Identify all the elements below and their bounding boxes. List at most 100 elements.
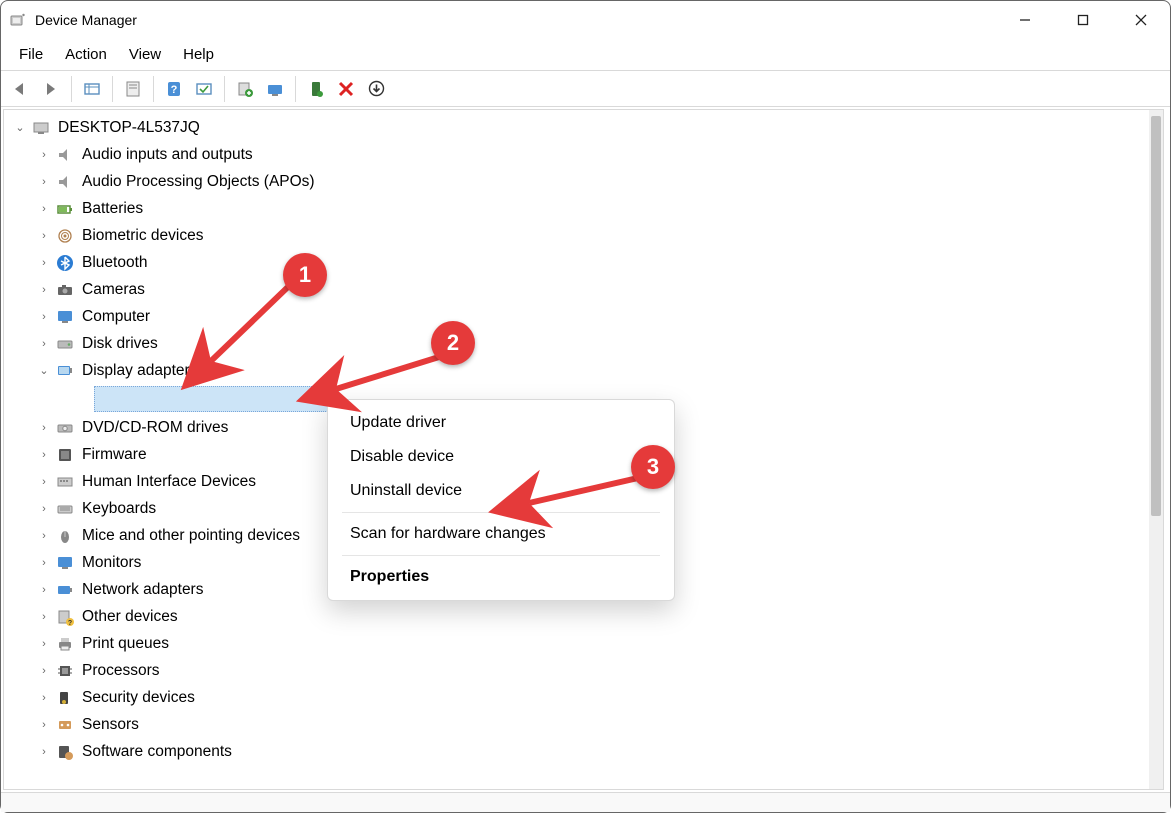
annotation-marker-1: 1 bbox=[283, 253, 327, 297]
processor-icon bbox=[54, 660, 76, 682]
separator bbox=[71, 76, 72, 102]
chevron-right-icon[interactable]: › bbox=[34, 557, 54, 569]
menu-action[interactable]: Action bbox=[55, 42, 117, 67]
chevron-right-icon[interactable]: › bbox=[34, 719, 54, 731]
category-label: Software components bbox=[82, 743, 232, 761]
printer-icon bbox=[54, 633, 76, 655]
category-label: Print queues bbox=[82, 635, 169, 653]
disk-icon bbox=[54, 333, 76, 355]
chevron-right-icon[interactable]: › bbox=[34, 203, 54, 215]
chevron-right-icon[interactable]: › bbox=[34, 638, 54, 650]
chevron-right-icon[interactable]: › bbox=[34, 311, 54, 323]
hid-icon bbox=[54, 471, 76, 493]
chevron-right-icon[interactable]: › bbox=[34, 449, 54, 461]
cm-properties[interactable]: Properties bbox=[328, 560, 674, 594]
category-label: Cameras bbox=[82, 281, 145, 299]
tree-category[interactable]: › Batteries bbox=[4, 195, 1149, 222]
properties-button[interactable] bbox=[119, 75, 147, 103]
tree-category[interactable]: › Computer bbox=[4, 303, 1149, 330]
chevron-right-icon[interactable]: › bbox=[34, 746, 54, 758]
maximize-button[interactable] bbox=[1054, 1, 1112, 39]
statusbar bbox=[1, 792, 1170, 812]
minimize-button[interactable] bbox=[996, 1, 1054, 39]
cm-disable-device[interactable]: Disable device bbox=[328, 440, 674, 474]
vertical-scrollbar[interactable] bbox=[1149, 110, 1163, 789]
monitor-icon bbox=[54, 306, 76, 328]
tree-category[interactable]: › Sensors bbox=[4, 711, 1149, 738]
audio-icon bbox=[54, 171, 76, 193]
titlebar: Device Manager bbox=[1, 1, 1170, 39]
category-label: Bluetooth bbox=[82, 254, 148, 272]
category-label: Other devices bbox=[82, 608, 178, 626]
tree-category[interactable]: › Audio Processing Objects (APOs) bbox=[4, 168, 1149, 195]
scrollbar-thumb[interactable] bbox=[1151, 116, 1161, 516]
category-label: Sensors bbox=[82, 716, 139, 734]
tree-category[interactable]: › Software components bbox=[4, 738, 1149, 765]
chevron-right-icon[interactable]: › bbox=[34, 149, 54, 161]
category-label: Security devices bbox=[82, 689, 195, 707]
chevron-right-icon[interactable]: › bbox=[34, 503, 54, 515]
chevron-down-icon[interactable]: ⌄ bbox=[34, 364, 54, 377]
chevron-right-icon[interactable]: › bbox=[34, 176, 54, 188]
down-button[interactable] bbox=[362, 75, 390, 103]
chevron-right-icon[interactable]: › bbox=[34, 257, 54, 269]
forward-button[interactable] bbox=[37, 75, 65, 103]
category-label: Monitors bbox=[82, 554, 141, 572]
biometric-icon bbox=[54, 225, 76, 247]
menu-view[interactable]: View bbox=[119, 42, 171, 67]
enable-button[interactable] bbox=[302, 75, 330, 103]
chevron-right-icon[interactable]: › bbox=[34, 665, 54, 677]
toolbar: ? bbox=[1, 71, 1170, 107]
update-driver-button[interactable] bbox=[231, 75, 259, 103]
show-hidden-button[interactable] bbox=[78, 75, 106, 103]
display-adapter-icon bbox=[54, 360, 76, 382]
separator bbox=[153, 76, 154, 102]
tree-category[interactable]: › Biometric devices bbox=[4, 222, 1149, 249]
separator bbox=[112, 76, 113, 102]
camera-icon bbox=[54, 279, 76, 301]
tree-category[interactable]: › Security devices bbox=[4, 684, 1149, 711]
close-button[interactable] bbox=[1112, 1, 1170, 39]
back-button[interactable] bbox=[7, 75, 35, 103]
tree-category[interactable]: › ? Other devices bbox=[4, 603, 1149, 630]
category-label: Audio Processing Objects (APOs) bbox=[82, 173, 315, 191]
chevron-right-icon[interactable]: › bbox=[34, 230, 54, 242]
chevron-right-icon[interactable]: › bbox=[34, 284, 54, 296]
separator bbox=[224, 76, 225, 102]
chevron-right-icon[interactable]: › bbox=[34, 611, 54, 623]
cm-scan[interactable]: Scan for hardware changes bbox=[328, 517, 674, 551]
tree-root[interactable]: ⌄ DESKTOP-4L537JQ bbox=[4, 114, 1149, 141]
monitor-icon bbox=[54, 552, 76, 574]
tree-category[interactable]: › Print queues bbox=[4, 630, 1149, 657]
uninstall-button[interactable] bbox=[332, 75, 360, 103]
chevron-right-icon[interactable]: › bbox=[34, 338, 54, 350]
category-label: Batteries bbox=[82, 200, 143, 218]
help-button[interactable]: ? bbox=[160, 75, 188, 103]
menu-file[interactable]: File bbox=[9, 42, 53, 67]
action-button[interactable] bbox=[190, 75, 218, 103]
category-label: Human Interface Devices bbox=[82, 473, 256, 491]
tree-category[interactable]: › Processors bbox=[4, 657, 1149, 684]
tree-category[interactable]: › Bluetooth bbox=[4, 249, 1149, 276]
chevron-right-icon[interactable]: › bbox=[34, 530, 54, 542]
chevron-right-icon[interactable]: › bbox=[34, 476, 54, 488]
chevron-right-icon[interactable]: › bbox=[34, 584, 54, 596]
software-icon bbox=[54, 741, 76, 763]
menu-help[interactable]: Help bbox=[173, 42, 224, 67]
cm-update-driver[interactable]: Update driver bbox=[328, 406, 674, 440]
tree-category-display-adapters[interactable]: ⌄ Display adapters bbox=[4, 357, 1149, 384]
chevron-right-icon[interactable]: › bbox=[34, 422, 54, 434]
chevron-right-icon[interactable]: › bbox=[34, 692, 54, 704]
tree-category[interactable]: › Audio inputs and outputs bbox=[4, 141, 1149, 168]
tree-category[interactable]: › Disk drives bbox=[4, 330, 1149, 357]
category-label: Display adapters bbox=[82, 362, 197, 380]
svg-text:?: ? bbox=[171, 84, 178, 96]
scan-button[interactable] bbox=[261, 75, 289, 103]
context-menu: Update driver Disable device Uninstall d… bbox=[327, 399, 675, 601]
category-label: Network adapters bbox=[82, 581, 203, 599]
chevron-down-icon[interactable]: ⌄ bbox=[10, 121, 30, 134]
cm-uninstall-device[interactable]: Uninstall device bbox=[328, 474, 674, 508]
tree-category[interactable]: › Cameras bbox=[4, 276, 1149, 303]
category-label: Disk drives bbox=[82, 335, 158, 353]
category-label: Mice and other pointing devices bbox=[82, 527, 300, 545]
